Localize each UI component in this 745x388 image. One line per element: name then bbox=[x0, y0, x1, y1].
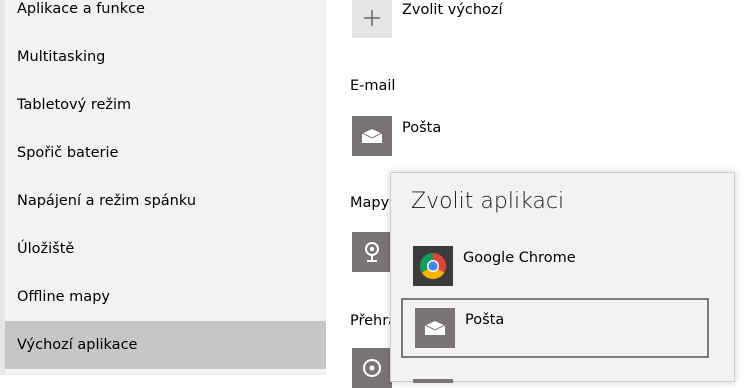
nav-item-storage[interactable]: Úložiště bbox=[5, 225, 326, 273]
nav-item-label: Aplikace a funkce bbox=[17, 1, 145, 17]
choose-app-flyout: Zvolit aplikaci Google Chrome Pošta bbox=[390, 172, 735, 383]
email-app-button[interactable]: Pošta bbox=[352, 116, 441, 156]
maps-icon bbox=[352, 232, 392, 272]
nav-item-label: Offline mapy bbox=[17, 289, 110, 305]
choose-default-button[interactable]: Zvolit výchozí bbox=[352, 0, 503, 38]
choose-default-label: Zvolit výchozí bbox=[402, 2, 503, 18]
nav-item-battery-saver[interactable]: Spořič baterie bbox=[5, 129, 326, 177]
chrome-icon bbox=[413, 246, 453, 286]
settings-sidebar: Aplikace a funkce Multitasking Tabletový… bbox=[0, 0, 326, 375]
nav-item-label: Spořič baterie bbox=[17, 145, 119, 161]
flyout-item-google-chrome[interactable]: Google Chrome bbox=[401, 236, 709, 296]
nav-item-offline-maps[interactable]: Offline mapy bbox=[5, 273, 326, 321]
nav-item-apps-features[interactable]: Aplikace a funkce bbox=[5, 0, 326, 33]
email-app-label: Pošta bbox=[402, 120, 442, 136]
flyout-item-label: Pošta bbox=[465, 312, 505, 328]
player-app-button[interactable] bbox=[352, 348, 392, 388]
flyout-title: Zvolit aplikaci bbox=[411, 189, 565, 214]
mail-icon bbox=[415, 308, 455, 348]
nav-item-default-apps[interactable]: Výchozí aplikace bbox=[5, 321, 326, 369]
flyout-item-posta[interactable]: Pošta bbox=[401, 298, 709, 358]
plus-icon bbox=[352, 0, 392, 38]
flyout-item-label: Google Chrome bbox=[463, 250, 576, 266]
nav-item-label: Výchozí aplikace bbox=[17, 337, 138, 353]
maps-section-heading: Mapy bbox=[350, 195, 390, 211]
nav-item-label: Multitasking bbox=[17, 49, 106, 65]
nav-item-label: Napájení a režim spánku bbox=[17, 193, 197, 209]
mail-icon bbox=[352, 116, 392, 156]
music-disc-icon bbox=[352, 348, 392, 388]
next-app-tile[interactable] bbox=[413, 379, 453, 383]
maps-app-button[interactable] bbox=[352, 232, 392, 272]
email-section-heading: E-mail bbox=[350, 78, 396, 94]
nav-item-label: Úložiště bbox=[17, 241, 75, 257]
nav-item-tablet-mode[interactable]: Tabletový režim bbox=[5, 81, 326, 129]
nav-item-power-sleep[interactable]: Napájení a režim spánku bbox=[5, 177, 326, 225]
nav-item-multitasking[interactable]: Multitasking bbox=[5, 33, 326, 81]
nav-item-label: Tabletový režim bbox=[17, 97, 132, 113]
